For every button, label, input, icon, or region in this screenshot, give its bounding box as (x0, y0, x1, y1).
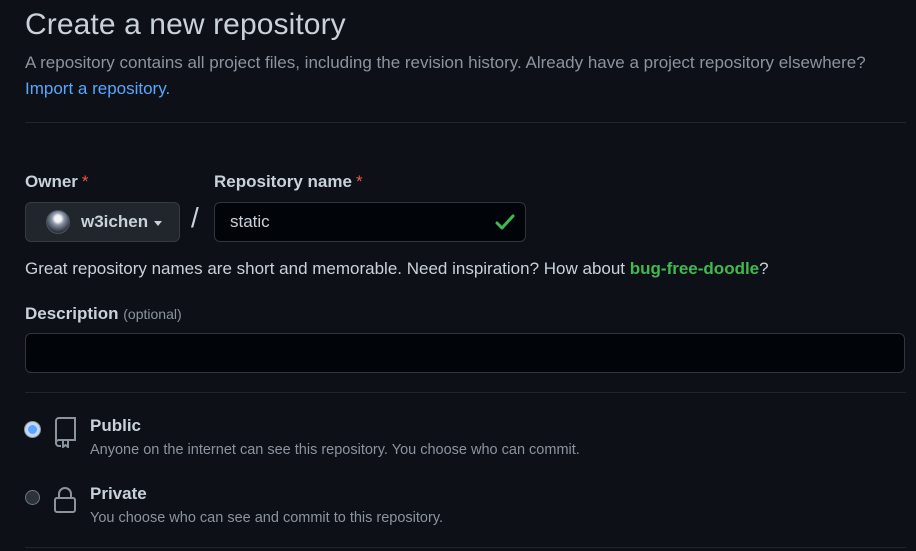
divider (25, 547, 906, 548)
divider (25, 122, 906, 123)
page-title: Create a new repository (25, 8, 346, 41)
hint-text: Great repository names are short and mem… (25, 259, 630, 278)
required-mark: * (355, 172, 363, 191)
lock-icon (52, 484, 78, 521)
page-subtitle: A repository contains all project files,… (25, 50, 915, 102)
owner-repo-separator: / (191, 202, 199, 233)
avatar (46, 210, 70, 234)
import-repository-link[interactable]: Import a repository. (25, 79, 170, 98)
owner-label: Owner * (25, 172, 89, 192)
divider (25, 392, 906, 393)
description-input[interactable] (25, 333, 905, 373)
repo-name-field[interactable] (214, 202, 526, 242)
subtitle-text: A repository contains all project files,… (25, 53, 866, 72)
private-description: You choose who can see and commit to thi… (90, 510, 444, 526)
hint-suffix: ? (759, 259, 769, 278)
description-label: Description (optional) (25, 304, 182, 324)
repo-name-label-text: Repository name (214, 172, 352, 191)
optional-tag: (optional) (123, 306, 182, 322)
public-title: Public (90, 416, 142, 435)
required-mark: * (81, 172, 89, 191)
owner-select-button[interactable]: w3ichen (25, 202, 180, 242)
description-label-text: Description (25, 304, 119, 323)
owner-name: w3ichen (81, 212, 149, 231)
repo-name-hint: Great repository names are short and mem… (25, 259, 769, 279)
repo-name-input[interactable] (215, 211, 482, 233)
public-radio[interactable] (25, 422, 40, 437)
owner-label-text: Owner (25, 172, 78, 191)
private-title: Private (90, 484, 147, 503)
repo-name-label: Repository name * (214, 172, 363, 192)
name-suggestion-link[interactable]: bug-free-doodle (630, 259, 759, 278)
check-icon (495, 213, 515, 236)
public-description: Anyone on the internet can see this repo… (90, 442, 580, 458)
caret-down-icon (154, 220, 163, 226)
private-radio[interactable] (25, 490, 40, 505)
repo-icon (52, 416, 78, 453)
